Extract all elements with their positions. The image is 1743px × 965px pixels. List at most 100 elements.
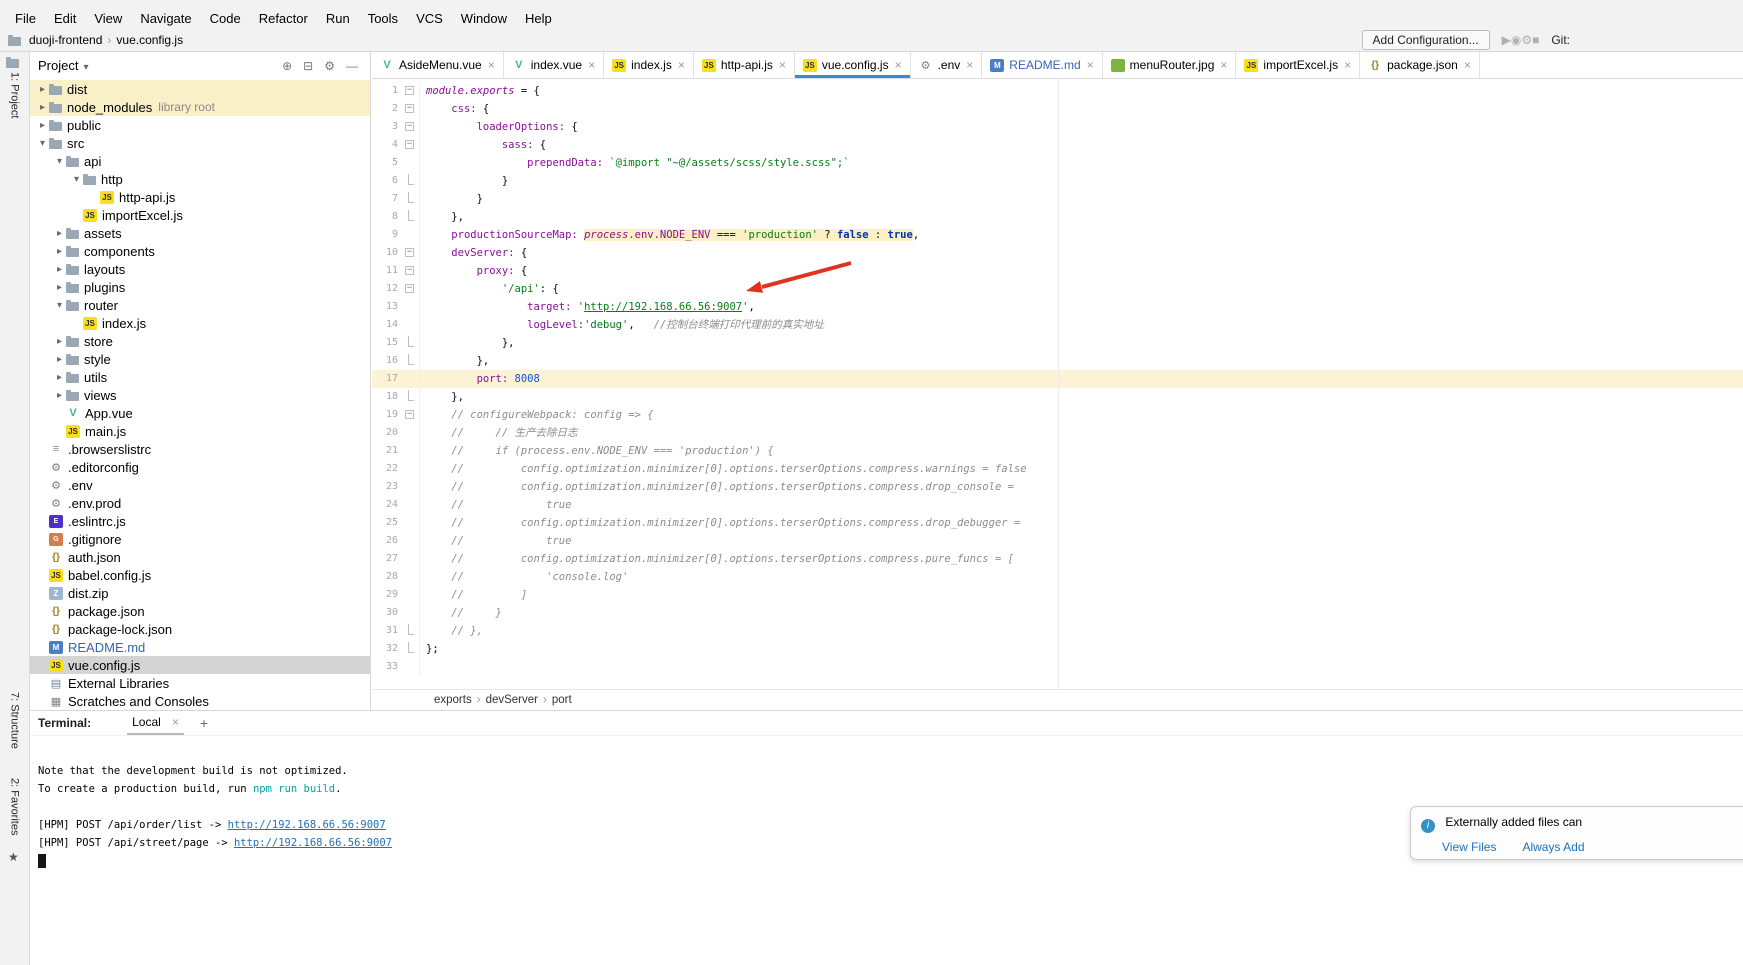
tree-item-utils[interactable]: ▸utils bbox=[30, 368, 370, 386]
tree-item-public[interactable]: ▸public bbox=[30, 116, 370, 134]
editor-tab-package.json[interactable]: {}package.json× bbox=[1360, 52, 1480, 78]
tree-item-views[interactable]: ▸views bbox=[30, 386, 370, 404]
chevron-right-icon[interactable]: ▸ bbox=[53, 282, 66, 293]
menu-window[interactable]: Window bbox=[452, 8, 516, 29]
chevron-right-icon[interactable]: ▸ bbox=[53, 264, 66, 275]
editor-tab-.env[interactable]: ⚙.env× bbox=[911, 52, 983, 78]
chevron-right-icon[interactable]: ▸ bbox=[36, 120, 49, 131]
tree-item-dist.zip[interactable]: Zdist.zip bbox=[30, 584, 370, 602]
fold-start-icon[interactable] bbox=[402, 118, 420, 136]
chevron-down-icon[interactable]: ▾ bbox=[53, 156, 66, 167]
menu-help[interactable]: Help bbox=[516, 8, 561, 29]
notification-link-always-add[interactable]: Always Add bbox=[1522, 840, 1584, 854]
menu-file[interactable]: File bbox=[6, 8, 45, 29]
editor-breadcrumb-item[interactable]: exports bbox=[432, 694, 474, 706]
tree-item-node_modules[interactable]: ▸node_moduleslibrary root bbox=[30, 98, 370, 116]
fold-start-icon[interactable] bbox=[402, 406, 420, 424]
menu-refactor[interactable]: Refactor bbox=[250, 8, 317, 29]
menu-edit[interactable]: Edit bbox=[45, 8, 85, 29]
fold-start-icon[interactable] bbox=[402, 82, 420, 100]
fold-start-icon[interactable] bbox=[402, 100, 420, 118]
menu-run[interactable]: Run bbox=[317, 8, 359, 29]
fold-end-icon[interactable] bbox=[402, 352, 420, 370]
tree-item-App.vue[interactable]: VApp.vue bbox=[30, 404, 370, 422]
debug-button[interactable]: ◉ bbox=[1511, 33, 1521, 47]
tree-item-importExcel.js[interactable]: JSimportExcel.js bbox=[30, 206, 370, 224]
code-editor[interactable]: 1module.exports = {2 css: {3 loaderOptio… bbox=[372, 79, 1743, 690]
git-widget-label[interactable]: Git: bbox=[1551, 33, 1570, 47]
tree-item-plugins[interactable]: ▸plugins bbox=[30, 278, 370, 296]
close-icon[interactable]: × bbox=[488, 58, 495, 72]
hide-panel-button[interactable]: — bbox=[346, 59, 358, 73]
tree-item-auth.json[interactable]: {}auth.json bbox=[30, 548, 370, 566]
tree-item-style[interactable]: ▸style bbox=[30, 350, 370, 368]
notification-link-view-files[interactable]: View Files bbox=[1442, 840, 1496, 854]
terminal-link[interactable]: http://192.168.66.56:9007 bbox=[234, 837, 392, 849]
star-icon[interactable] bbox=[8, 850, 19, 864]
tree-item-router[interactable]: ▾router bbox=[30, 296, 370, 314]
menu-navigate[interactable]: Navigate bbox=[131, 8, 200, 29]
fold-end-icon[interactable] bbox=[402, 622, 420, 640]
tree-item-babel.config.js[interactable]: JSbabel.config.js bbox=[30, 566, 370, 584]
fold-end-icon[interactable] bbox=[402, 208, 420, 226]
chevron-right-icon[interactable]: ▸ bbox=[53, 390, 66, 401]
tree-item-.env.prod[interactable]: ⚙.env.prod bbox=[30, 494, 370, 512]
close-icon[interactable]: × bbox=[779, 58, 786, 72]
close-icon[interactable]: × bbox=[588, 58, 595, 72]
fold-start-icon[interactable] bbox=[402, 262, 420, 280]
tree-item-src[interactable]: ▾src bbox=[30, 134, 370, 152]
fold-end-icon[interactable] bbox=[402, 334, 420, 352]
tree-item-.gitignore[interactable]: G.gitignore bbox=[30, 530, 370, 548]
menu-code[interactable]: Code bbox=[201, 8, 250, 29]
tree-item-layouts[interactable]: ▸layouts bbox=[30, 260, 370, 278]
chevron-down-icon[interactable]: ▾ bbox=[70, 174, 83, 185]
terminal-link[interactable]: http://192.168.66.56:9007 bbox=[228, 819, 386, 831]
fold-start-icon[interactable] bbox=[402, 280, 420, 298]
tree-item-README.md[interactable]: MREADME.md bbox=[30, 638, 370, 656]
menu-view[interactable]: View bbox=[85, 8, 131, 29]
tree-item-package-lock.json[interactable]: {}package-lock.json bbox=[30, 620, 370, 638]
editor-tab-importExcel.js[interactable]: JSimportExcel.js× bbox=[1236, 52, 1360, 78]
close-icon[interactable]: × bbox=[1087, 58, 1094, 72]
editor-tab-http-api.js[interactable]: JShttp-api.js× bbox=[694, 52, 795, 78]
chevron-right-icon[interactable]: ▸ bbox=[53, 246, 66, 257]
editor-breadcrumb-item[interactable]: devServer bbox=[484, 694, 540, 706]
editor-breadcrumb-item[interactable]: port bbox=[550, 694, 574, 706]
new-terminal-button[interactable] bbox=[200, 715, 208, 731]
tree-item-http-api.js[interactable]: JShttp-api.js bbox=[30, 188, 370, 206]
close-icon[interactable]: × bbox=[1464, 58, 1471, 72]
tree-item-.browserslistrc[interactable]: ≡.browserslistrc bbox=[30, 440, 370, 458]
menu-vcs[interactable]: VCS bbox=[407, 8, 452, 29]
tree-item-.env[interactable]: ⚙.env bbox=[30, 476, 370, 494]
close-icon[interactable]: × bbox=[1344, 58, 1351, 72]
toolwindow-button-favorites[interactable]: 2: Favorites bbox=[0, 778, 29, 835]
stop-button[interactable]: ■ bbox=[1532, 33, 1539, 47]
run-button[interactable]: ▶ bbox=[1502, 33, 1511, 47]
chevron-down-icon[interactable] bbox=[78, 58, 88, 73]
fold-end-icon[interactable] bbox=[402, 190, 420, 208]
tree-item-http[interactable]: ▾http bbox=[30, 170, 370, 188]
tree-item-assets[interactable]: ▸assets bbox=[30, 224, 370, 242]
editor-tab-index.js[interactable]: JSindex.js× bbox=[604, 52, 694, 78]
editor-tab-AsideMenu.vue[interactable]: VAsideMenu.vue× bbox=[372, 52, 504, 78]
fold-end-icon[interactable] bbox=[402, 172, 420, 190]
fold-end-icon[interactable] bbox=[402, 388, 420, 406]
tree-item-index.js[interactable]: JSindex.js bbox=[30, 314, 370, 332]
settings-icon[interactable]: ⚙ bbox=[324, 59, 335, 73]
chevron-right-icon[interactable]: ▸ bbox=[36, 84, 49, 95]
chevron-right-icon[interactable]: ▸ bbox=[53, 354, 66, 365]
add-configuration-button[interactable]: Add Configuration... bbox=[1362, 30, 1490, 50]
toolwindow-button-structure[interactable]: 7: Structure bbox=[0, 692, 29, 749]
project-panel-title[interactable]: Project bbox=[38, 58, 78, 73]
tree-item-External Libraries[interactable]: ▤External Libraries bbox=[30, 674, 370, 692]
close-icon[interactable] bbox=[172, 715, 179, 729]
tree-item-main.js[interactable]: JSmain.js bbox=[30, 422, 370, 440]
fold-start-icon[interactable] bbox=[402, 244, 420, 262]
close-icon[interactable]: × bbox=[966, 58, 973, 72]
close-icon[interactable]: × bbox=[1220, 58, 1227, 72]
editor-tab-vue.config.js[interactable]: JSvue.config.js× bbox=[795, 52, 911, 78]
locate-file-button[interactable]: ⊕ bbox=[282, 59, 292, 73]
toolwindow-button-project[interactable]: 1: Project bbox=[0, 57, 29, 118]
profiler-button[interactable]: ⚙ bbox=[1521, 33, 1532, 47]
editor-tab-menuRouter.jpg[interactable]: menuRouter.jpg× bbox=[1103, 52, 1237, 78]
